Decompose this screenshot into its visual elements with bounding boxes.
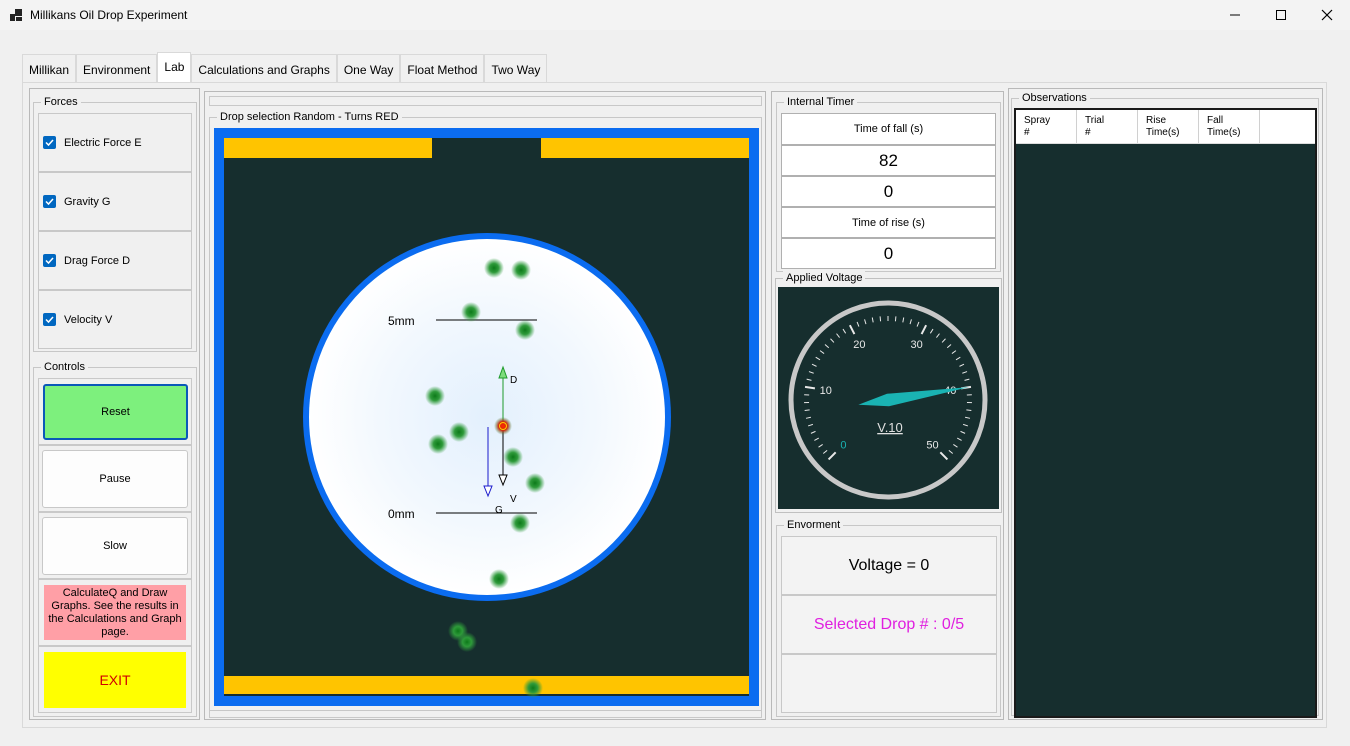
gauge-tick-label: 20 (853, 339, 865, 351)
velocity-label: V (510, 494, 517, 505)
oil-drop[interactable] (425, 386, 445, 406)
tab-one-way[interactable]: One Way (336, 54, 401, 84)
gauge-tick-label: 10 (820, 385, 832, 397)
exit-button[interactable]: EXIT (44, 652, 186, 708)
oil-drop[interactable] (461, 302, 481, 322)
internal-timer-title: Internal Timer (784, 95, 858, 109)
oil-drop[interactable] (525, 473, 545, 493)
window-title: Millikans Oil Drop Experiment (30, 8, 188, 22)
oil-drop[interactable] (489, 569, 509, 589)
title-bar: Millikans Oil Drop Experiment (0, 0, 1350, 30)
maximize-button[interactable] (1258, 0, 1304, 30)
column-trial-sub: # (1085, 127, 1091, 138)
gravity-label: G (495, 505, 503, 516)
simulation-top-strip (209, 96, 762, 106)
forces-title: Forces (41, 95, 81, 109)
time-of-rise-label: Time of rise (s) (781, 207, 996, 238)
oil-drop[interactable] (503, 447, 523, 467)
pause-button[interactable]: Pause (42, 450, 188, 508)
selected-drop-display: Selected Drop # : 0/5 (781, 595, 997, 654)
checkbox-electric-force[interactable]: Electric Force E (38, 113, 192, 172)
slow-button[interactable]: Slow (42, 517, 188, 575)
time-of-rise-value: 0 (781, 238, 996, 269)
oil-drop[interactable] (428, 434, 448, 454)
drag-label: D (510, 375, 517, 386)
observations-table-header: Spray # Trial # Rise Time(s) Fall Time(s) (1016, 110, 1315, 144)
checkbox-checked-icon (43, 195, 56, 208)
column-fall-label: Fall (1207, 115, 1224, 126)
voltage-gauge: 01020304050 V.10 (778, 287, 999, 509)
checkbox-label: Gravity G (64, 195, 111, 208)
column-trial-label: Trial (1085, 115, 1105, 126)
applied-voltage-title: Applied Voltage (783, 271, 866, 285)
top-plate-right (541, 138, 749, 158)
time-of-fall-value: 82 (781, 145, 996, 176)
close-button[interactable] (1304, 0, 1350, 30)
gauge-tick-label: 30 (910, 339, 922, 351)
close-icon (1321, 9, 1333, 21)
environment-empty-cell (781, 654, 997, 713)
checkbox-checked-icon (43, 254, 56, 267)
top-plate-left (224, 138, 432, 158)
time-of-fall-label: Time of fall (s) (781, 113, 996, 145)
oil-drop[interactable] (511, 260, 531, 280)
gauge-tick-label: 50 (926, 440, 938, 452)
checkbox-velocity[interactable]: Velocity V (38, 290, 192, 349)
column-fall-sub: Time(s) (1207, 127, 1241, 138)
column-spray-label: Spray (1024, 115, 1051, 126)
checkbox-label: Electric Force E (64, 136, 142, 149)
oil-drop-chamber[interactable]: 5mm 0mm D V G (214, 128, 759, 706)
top-reticle-label: 5mm (388, 314, 415, 328)
tab-calculations-and-graphs[interactable]: Calculations and Graphs (191, 54, 337, 84)
tab-two-way[interactable]: Two Way (484, 54, 548, 84)
oil-drop[interactable] (457, 632, 477, 652)
tab-strip: Millikan Environment Lab Calculations an… (22, 52, 548, 84)
drop-selection-title: Drop selection Random - Turns RED (217, 110, 402, 124)
simulation-bottom-strip (209, 711, 762, 718)
column-spray-sub: # (1024, 127, 1030, 138)
app-icon (10, 9, 22, 21)
checkbox-checked-icon (43, 313, 56, 326)
checkbox-label: Velocity V (64, 313, 113, 326)
bottom-reticle-label: 0mm (388, 507, 415, 521)
environment-title: Envorment (784, 518, 844, 532)
reset-button[interactable]: Reset (43, 384, 188, 440)
oil-drop[interactable] (523, 678, 543, 698)
column-rise-label: Rise (1146, 115, 1167, 126)
checkbox-gravity[interactable]: Gravity G (38, 172, 192, 231)
oil-drop[interactable] (449, 422, 469, 442)
gauge-tick (804, 409, 810, 412)
observations-table[interactable] (1014, 108, 1317, 718)
column-fall-time[interactable]: Fall Time(s) (1199, 110, 1260, 143)
selected-drop[interactable] (494, 417, 512, 435)
bottom-plate (224, 676, 749, 694)
checkbox-checked-icon (43, 136, 56, 149)
controls-title: Controls (41, 360, 88, 374)
observations-title: Observations (1019, 91, 1090, 105)
gauge-value-label: V.10 (877, 420, 903, 435)
checkbox-label: Drag Force D (64, 254, 131, 267)
column-rise-sub: Time(s) (1146, 127, 1180, 138)
tab-environment[interactable]: Environment (76, 54, 158, 84)
tab-millikan[interactable]: Millikan (22, 54, 77, 84)
tab-lab[interactable]: Lab (157, 52, 192, 84)
gauge-tick-label: 0 (840, 440, 846, 452)
gauge-tick (966, 409, 972, 412)
tab-float-method[interactable]: Float Method (400, 54, 485, 84)
column-spray[interactable]: Spray # (1016, 110, 1077, 143)
column-rise-time[interactable]: Rise Time(s) (1138, 110, 1199, 143)
minimize-icon (1230, 14, 1240, 16)
oil-drop[interactable] (484, 258, 504, 278)
oil-drop[interactable] (510, 513, 530, 533)
checkbox-drag-force[interactable]: Drag Force D (38, 231, 192, 290)
minimize-button[interactable] (1212, 0, 1258, 30)
timer-secondary-value: 0 (781, 176, 996, 207)
oil-drop[interactable] (515, 320, 535, 340)
column-trial[interactable]: Trial # (1077, 110, 1138, 143)
viewport (309, 239, 665, 595)
maximize-icon (1276, 10, 1286, 20)
voltage-display: Voltage = 0 (781, 536, 997, 595)
calculate-graphs-button[interactable]: CalculateQ and Draw Graphs. See the resu… (44, 585, 186, 640)
